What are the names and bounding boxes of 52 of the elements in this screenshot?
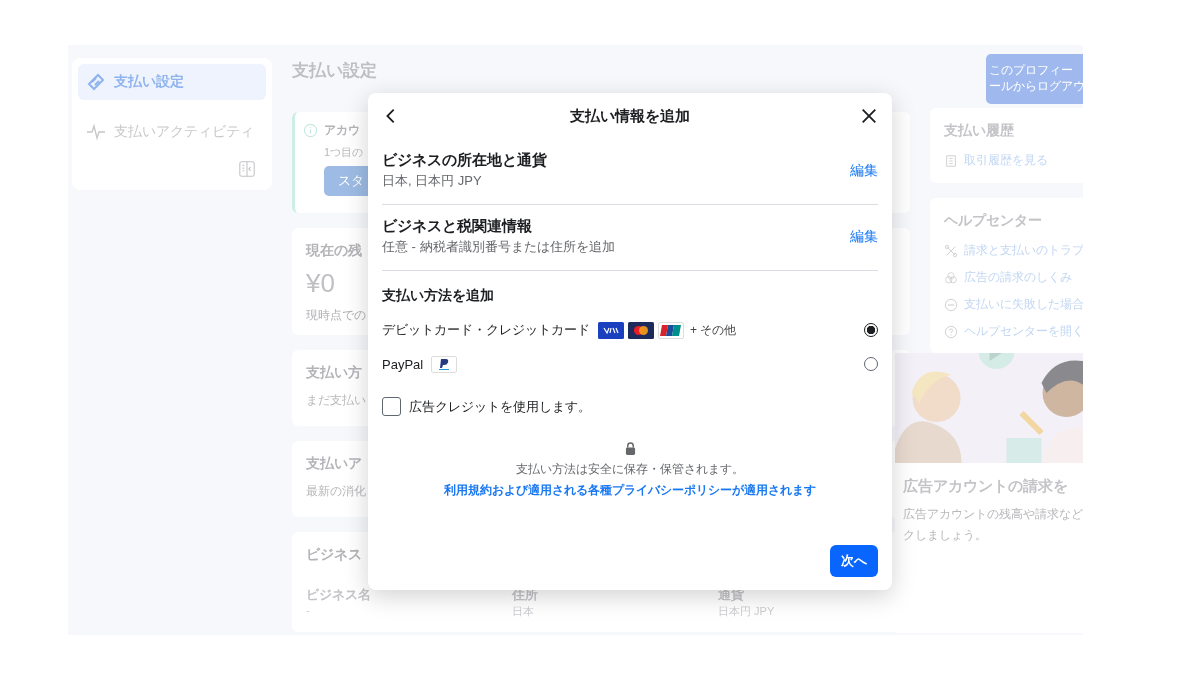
circles-card-icon bbox=[628, 321, 654, 339]
section-title: ビジネスの所在地と通貨 bbox=[382, 151, 547, 170]
field-value: - bbox=[306, 604, 311, 616]
card-title: 支払いア bbox=[306, 455, 362, 473]
promo-title: 広告アカウントの請求を bbox=[903, 477, 1069, 496]
card-title: 支払い履歴 bbox=[944, 122, 1015, 140]
card-title: アカウ bbox=[324, 122, 360, 139]
logout-button[interactable]: このプロフィー ールからログアウ bbox=[986, 54, 1083, 104]
tools-icon bbox=[944, 243, 958, 258]
card-title: ビジネス bbox=[306, 546, 362, 564]
security-note: 支払い方法は安全に保存・保管されます。 bbox=[516, 461, 744, 478]
circles-icon bbox=[944, 270, 958, 285]
section-title: ビジネスと税関連情報 bbox=[382, 217, 533, 236]
balance-amount: ¥0 bbox=[306, 268, 335, 299]
card-title: 支払い方 bbox=[306, 364, 362, 382]
section-title: 支払い方法を追加 bbox=[382, 287, 495, 305]
sidebar-item[interactable]: 支払い設定 bbox=[78, 64, 266, 100]
card-icon bbox=[86, 72, 106, 92]
edit-link[interactable]: 編集 bbox=[850, 161, 878, 180]
promo-text: クしましょう。 bbox=[903, 527, 988, 544]
close-icon[interactable] bbox=[860, 107, 878, 125]
next-button[interactable]: 次へ bbox=[830, 545, 878, 577]
method-label: PayPal bbox=[382, 356, 424, 372]
panel-toggle-icon[interactable] bbox=[238, 160, 256, 178]
card-text: まだ支払い bbox=[306, 392, 366, 409]
field-label: ビジネス名 bbox=[306, 586, 372, 604]
checkbox[interactable] bbox=[382, 397, 401, 416]
info-icon bbox=[303, 123, 318, 138]
edit-link[interactable]: 編集 bbox=[850, 227, 878, 246]
card-text: 1つ目の bbox=[324, 145, 364, 160]
card-icon bbox=[658, 321, 684, 339]
card-note: 現時点での bbox=[306, 307, 366, 324]
page-title: 支払い設定 bbox=[292, 60, 377, 82]
receipt-icon bbox=[944, 153, 958, 168]
lock-icon bbox=[624, 442, 636, 455]
section-subtitle: 任意 - 納税者識別番号または住所を追加 bbox=[382, 238, 615, 256]
more-methods-text: + その他 bbox=[690, 321, 737, 339]
section-subtitle: 日本, 日本円 JPY bbox=[382, 172, 483, 190]
radio-button[interactable] bbox=[864, 323, 878, 337]
dialog-title: 支払い情報を追加 bbox=[570, 106, 690, 126]
minus-circle-icon bbox=[944, 297, 958, 312]
logo-icon bbox=[431, 355, 458, 373]
help-icon bbox=[944, 324, 958, 339]
card-icon bbox=[598, 321, 624, 339]
policy-link[interactable]: 利用規約および適用される各種プライバシーポリシーが適用されます bbox=[444, 482, 816, 499]
pulse-icon bbox=[86, 122, 106, 142]
card-text: 最新の消化 bbox=[306, 483, 366, 500]
promo-text: 広告アカウントの残高や請求など bbox=[903, 506, 1083, 523]
method-label: デビットカード・クレジットカード bbox=[382, 321, 590, 339]
card-title: ヘルプセンター bbox=[944, 212, 1043, 230]
checkbox-label: 広告クレジットを使用します。 bbox=[409, 397, 591, 416]
card-title: 現在の残 bbox=[306, 242, 362, 260]
